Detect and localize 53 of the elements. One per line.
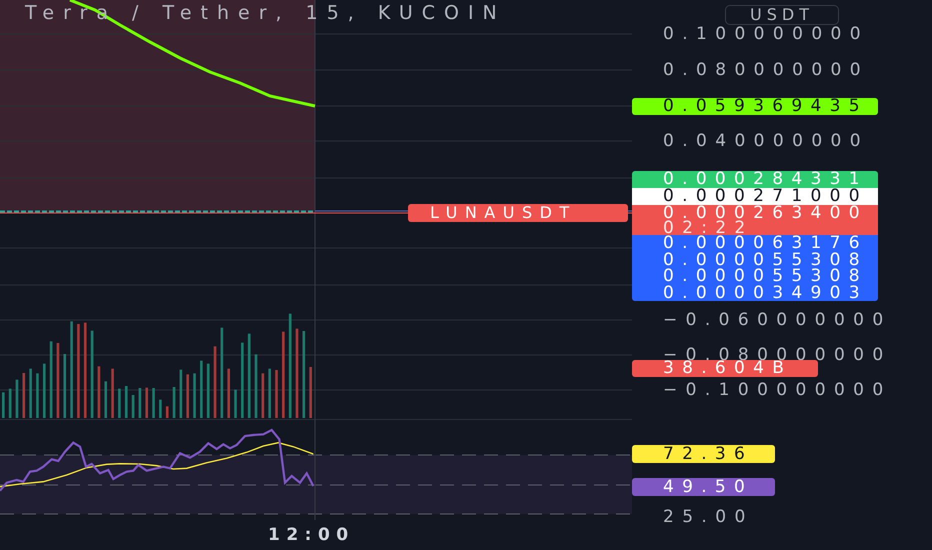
price-label: 0.059369435 bbox=[632, 98, 878, 115]
volume-bar bbox=[234, 390, 237, 418]
volume-bar bbox=[172, 387, 176, 418]
symbol-tag: LUNAUSDT bbox=[408, 204, 628, 222]
price-tick: −0.100000000 bbox=[663, 380, 892, 400]
volume-bar bbox=[200, 360, 203, 418]
volume-bar bbox=[214, 346, 216, 418]
volume-bar bbox=[145, 388, 148, 418]
volume-bar bbox=[166, 406, 169, 418]
volume-bar bbox=[8, 388, 12, 418]
volume-bar bbox=[118, 388, 121, 418]
volume-bar bbox=[104, 381, 108, 418]
volume-bar bbox=[29, 368, 32, 418]
volume-bar bbox=[268, 368, 271, 418]
price-label: 0.000271000 bbox=[632, 188, 878, 205]
volume-bar bbox=[111, 368, 114, 418]
volume-bar bbox=[2, 392, 5, 418]
volume-bar bbox=[309, 367, 312, 418]
currency-button[interactable]: USDT bbox=[725, 5, 839, 25]
rsi-label: 49.50 bbox=[632, 478, 775, 496]
price-label: 0.000034903 bbox=[632, 284, 878, 301]
price-tick: 0.100000000 bbox=[663, 24, 869, 44]
volume-bar bbox=[254, 354, 258, 418]
rsi-tick: 25.00 bbox=[663, 507, 754, 527]
volume-bar bbox=[22, 373, 26, 418]
volume-bar bbox=[227, 368, 230, 418]
volume-bar bbox=[63, 354, 66, 418]
volume-bar bbox=[42, 364, 46, 418]
volume-bar bbox=[152, 388, 155, 418]
countdown-timer: 02:22 bbox=[663, 221, 754, 235]
time-label: 12:00 bbox=[268, 525, 355, 545]
price-label: 0.000055308 bbox=[632, 268, 878, 284]
volume-bar bbox=[98, 366, 100, 418]
volume-bar bbox=[16, 380, 18, 418]
volume-bar bbox=[36, 373, 39, 418]
volume-bar bbox=[132, 395, 134, 418]
volume-bar bbox=[262, 373, 264, 418]
rsi-label: 72.36 bbox=[632, 445, 775, 463]
volume-bar bbox=[138, 388, 142, 418]
volume-bar bbox=[159, 400, 162, 418]
volume-bar bbox=[124, 386, 128, 418]
volume-bar bbox=[180, 370, 182, 418]
price-tick: 0.080000000 bbox=[663, 60, 869, 80]
price-label: 0.000063176 bbox=[632, 235, 878, 252]
price-label: 0.000055308 bbox=[632, 252, 878, 268]
volume-bar bbox=[186, 374, 189, 418]
volume-bar bbox=[193, 373, 196, 418]
price-tick: 0.040000000 bbox=[663, 131, 869, 151]
price-tick: −0.060000000 bbox=[663, 310, 892, 330]
volume-bar bbox=[275, 370, 278, 418]
price-label: 0.000284331 bbox=[632, 171, 878, 188]
volume-bar bbox=[206, 364, 210, 418]
price-label: 0.000263400 02:22 bbox=[632, 205, 878, 235]
